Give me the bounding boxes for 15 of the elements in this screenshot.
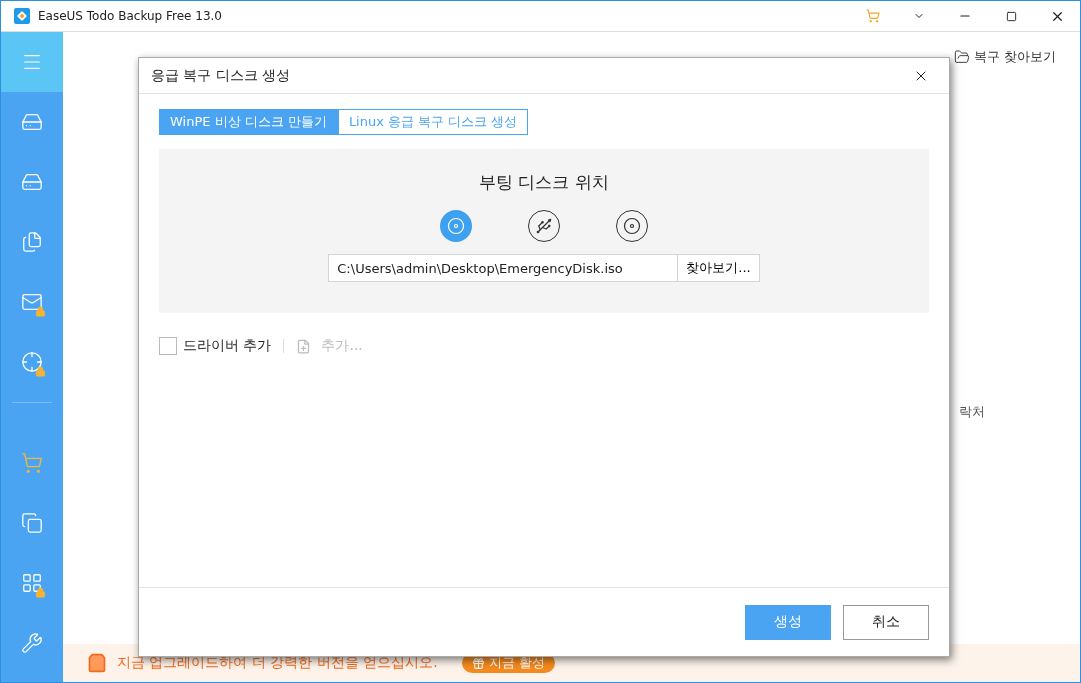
file-add-icon xyxy=(296,338,312,354)
driver-label: 드라이버 추가 xyxy=(183,337,272,355)
browse-recovery-link[interactable]: 복구 찾아보기 xyxy=(973,48,1056,66)
panel-heading: 부팅 디스크 위치 xyxy=(479,171,609,194)
path-field[interactable]: C:\Users\admin\Desktop\EmergencyDisk.iso xyxy=(328,254,679,282)
dialog-title: 응급 복구 디스크 생성 xyxy=(151,66,292,85)
window-title: EaseUS Todo Backup Free 13.0 xyxy=(38,9,223,23)
driver-checkbox[interactable] xyxy=(159,337,177,355)
app-logo-icon xyxy=(14,8,30,24)
contact-link[interactable]: 락처 xyxy=(959,403,985,421)
cancel-button[interactable]: 취소 xyxy=(843,604,929,640)
browse-button[interactable]: 찾아보기... xyxy=(678,254,760,282)
menu-icon[interactable] xyxy=(1,32,63,92)
upgrade-message: 지금 업그레이드하여 더 강력한 버전을 얻으십시오. xyxy=(117,654,438,672)
folder-icon[interactable] xyxy=(953,49,970,65)
